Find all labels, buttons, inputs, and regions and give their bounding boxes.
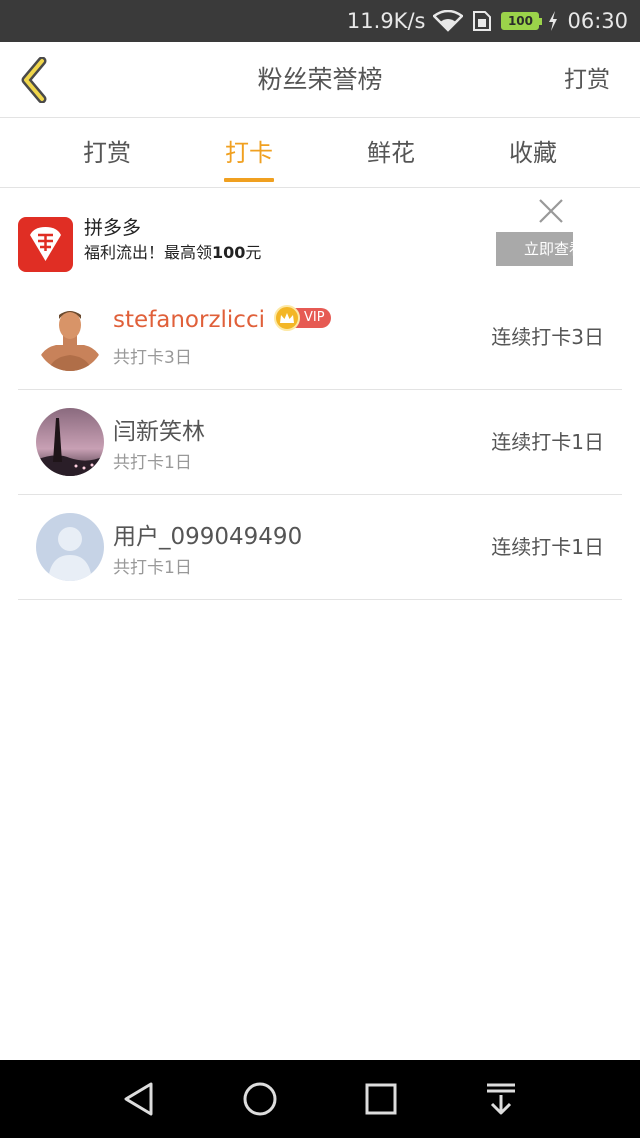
nav-notification-button[interactable] xyxy=(481,1079,521,1119)
checkin-streak: 连续打卡1日 xyxy=(491,535,604,559)
system-nav-bar xyxy=(0,1060,640,1138)
avatar xyxy=(36,303,104,371)
wifi-icon xyxy=(433,10,464,32)
total-checkins: 共打卡3日 xyxy=(113,348,192,368)
list-item[interactable]: 闫新笑林 共打卡1日 连续打卡1日 xyxy=(18,390,622,495)
sim-icon xyxy=(473,11,492,31)
charging-icon xyxy=(549,11,558,31)
page-title: 粉丝荣誉榜 xyxy=(257,65,383,94)
vip-badge: VIP xyxy=(274,305,331,331)
user-name: 用户_099049490 xyxy=(113,524,303,550)
recents-square-icon xyxy=(365,1083,397,1115)
notification-pull-icon xyxy=(487,1083,515,1115)
tab-flowers[interactable]: 鲜花 xyxy=(321,118,461,188)
list-item[interactable]: 用户_099049490 共打卡1日 连续打卡1日 xyxy=(18,495,622,600)
battery-level: 100 xyxy=(507,14,533,28)
back-button[interactable] xyxy=(12,56,56,104)
ad-close-button[interactable] xyxy=(538,198,564,224)
ad-desc-suffix: 元 xyxy=(245,243,262,262)
checkin-streak: 连续打卡3日 xyxy=(491,325,604,349)
ad-cta-button[interactable]: 立即查看 xyxy=(496,232,573,266)
user-name: stefanorzlicci xyxy=(113,307,265,333)
tab-reward[interactable]: 打赏 xyxy=(37,118,177,188)
clock: 06:30 xyxy=(567,9,628,33)
close-icon xyxy=(539,199,563,223)
avatar xyxy=(36,408,104,476)
chevron-left-icon xyxy=(21,57,47,103)
nav-home-button[interactable] xyxy=(240,1079,280,1119)
nav-recents-button[interactable] xyxy=(361,1079,401,1119)
battery-icon: 100 xyxy=(501,12,543,30)
crown-icon xyxy=(274,305,300,331)
status-bar-right: 11.9K/s 100 06:30 xyxy=(347,0,628,42)
checkin-streak: 连续打卡1日 xyxy=(491,430,604,454)
reward-button[interactable]: 打赏 xyxy=(564,42,610,118)
tab-favorites[interactable]: 收藏 xyxy=(463,118,603,188)
total-checkins: 共打卡1日 xyxy=(113,453,192,473)
header: 粉丝荣誉榜 打赏 xyxy=(0,42,640,118)
list-item[interactable]: stefanorzlicci VIP 共打卡3日 连续打卡3日 xyxy=(18,285,622,390)
ad-title: 拼多多 xyxy=(84,217,142,239)
pinduoduo-logo xyxy=(18,217,73,272)
user-name: 闫新笑林 xyxy=(113,419,205,445)
nav-back-button[interactable] xyxy=(119,1079,159,1119)
back-triangle-icon xyxy=(124,1082,153,1116)
tab-bar: 打赏 打卡 鲜花 收藏 xyxy=(0,118,640,188)
ad-desc-prefix: 福利流出！最高领 xyxy=(84,243,213,262)
ad-desc-amount: 100 xyxy=(212,243,246,262)
ad-description: 福利流出！最高领100元 xyxy=(84,239,261,263)
default-avatar-icon xyxy=(36,513,104,581)
net-speed: 11.9K/s xyxy=(346,9,426,33)
status-bar: 11.9K/s 100 06:30 xyxy=(0,0,640,42)
tab-indicator xyxy=(224,178,274,182)
total-checkins: 共打卡1日 xyxy=(113,558,192,578)
home-circle-icon xyxy=(243,1082,277,1116)
